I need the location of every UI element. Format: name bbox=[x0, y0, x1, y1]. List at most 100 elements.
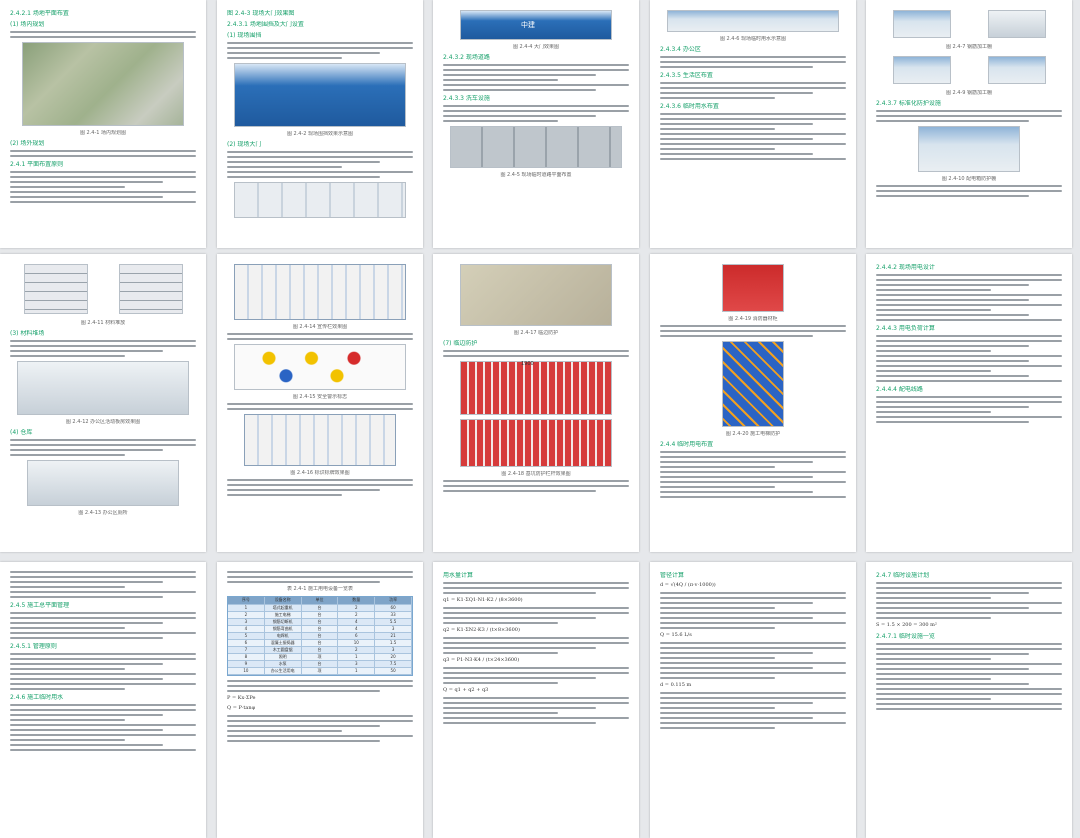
text-line bbox=[876, 289, 992, 291]
office-building-image bbox=[17, 361, 189, 415]
text-line bbox=[10, 176, 196, 178]
shed-image bbox=[987, 10, 1046, 38]
text-line bbox=[227, 735, 413, 737]
text-line bbox=[443, 697, 629, 699]
text-line bbox=[660, 148, 776, 150]
formula: Q = P·tanφ bbox=[227, 705, 256, 711]
text-line bbox=[443, 350, 629, 352]
section-heading: 2.4.4.3 用电负荷计算 bbox=[876, 325, 935, 332]
table-cell: 电焊机 bbox=[265, 633, 302, 639]
text-line bbox=[660, 667, 813, 669]
text-line bbox=[660, 113, 846, 115]
table-row: 3 钢筋切断机台 4 5.5 bbox=[228, 619, 412, 626]
table-cell: 10 bbox=[338, 640, 376, 646]
page-content: 图 2.4-7 钢筋加工棚图 2.4-9 钢筋加工棚 2.4.3.7 标准化防护设… bbox=[876, 6, 1062, 242]
fire-cabinet-image bbox=[722, 264, 784, 312]
document-page: 用水量计算 q1 = K1·ΣQ1·N1·K2 / (8×3600) q2 = K1… bbox=[433, 562, 639, 838]
text-line bbox=[10, 345, 196, 347]
text-line bbox=[10, 749, 196, 751]
page-content: 2.4.4.2 现场用电设计 2.4.4.3 用电负荷计算 2.4.4.4 配电线路 bbox=[876, 260, 1062, 546]
text-line bbox=[443, 722, 596, 724]
text-line bbox=[660, 677, 776, 679]
table-cell: 台 bbox=[302, 619, 339, 625]
shed-image bbox=[892, 10, 951, 38]
text-line bbox=[443, 110, 629, 112]
text-line bbox=[660, 128, 776, 130]
text-line bbox=[660, 82, 846, 84]
table-cell: 7 bbox=[228, 647, 265, 653]
table-cell: 4 bbox=[228, 626, 265, 632]
text-line bbox=[443, 667, 629, 669]
text-line bbox=[10, 627, 126, 629]
table-header-cell: 功率 bbox=[375, 597, 412, 604]
text-line bbox=[227, 715, 413, 717]
table-cell: 钢筋切断机 bbox=[265, 619, 302, 625]
figure-caption: 图 2.4-13 办公区厕所 bbox=[78, 510, 128, 516]
text-line bbox=[227, 484, 413, 486]
table-cell: 2 bbox=[338, 605, 376, 611]
table-cell: 台 bbox=[302, 626, 339, 632]
text-line bbox=[876, 607, 1029, 609]
section-heading: 2.4.5 施工总平面管理 bbox=[10, 602, 70, 609]
table-header-cell: 设备名称 bbox=[265, 597, 302, 604]
text-line bbox=[443, 592, 596, 594]
text-line bbox=[876, 115, 1062, 117]
text-line bbox=[443, 672, 629, 674]
table-cell: 台 bbox=[302, 640, 339, 646]
text-line bbox=[443, 642, 629, 644]
text-line bbox=[876, 658, 992, 660]
text-line bbox=[10, 729, 163, 731]
formula: q3 = P1·N3·K4 / (t×24×3600) bbox=[443, 657, 520, 663]
text-line bbox=[876, 653, 1029, 655]
text-line bbox=[660, 153, 813, 155]
text-line bbox=[227, 156, 413, 158]
text-line bbox=[10, 186, 126, 188]
text-line bbox=[443, 582, 629, 584]
text-line bbox=[660, 717, 813, 719]
text-line bbox=[10, 449, 163, 451]
text-line bbox=[443, 617, 596, 619]
text-line bbox=[876, 617, 992, 619]
figure-caption: 图 2.4-6 现场临时用水示意图 bbox=[719, 36, 787, 42]
document-page: 2.4.5 施工总平面管理 2.4.5.1 管理原则 2.4.6 施工临时用水 bbox=[0, 562, 206, 838]
text-line bbox=[660, 158, 846, 160]
text-line bbox=[443, 647, 596, 649]
section-heading: 2.4.3.6 临时用水布置 bbox=[660, 103, 719, 110]
text-line bbox=[443, 105, 629, 107]
text-line bbox=[660, 466, 776, 468]
text-line bbox=[227, 403, 413, 405]
text-line bbox=[10, 688, 126, 690]
text-line bbox=[660, 451, 846, 453]
table-cell: 台 bbox=[302, 612, 339, 618]
figure-caption: 图 2.4-4 大门效果图 bbox=[512, 44, 560, 50]
text-line bbox=[227, 730, 343, 732]
text-line bbox=[227, 725, 380, 727]
page-content: 管径计算 d = √(4Q / (π·v·1000)) Q = 15.6 L/s d … bbox=[660, 568, 846, 832]
text-line bbox=[660, 496, 846, 498]
gate-image: 中建 bbox=[460, 10, 612, 40]
text-line bbox=[443, 702, 629, 704]
text-line bbox=[660, 335, 813, 337]
text-line bbox=[10, 196, 163, 198]
text-line bbox=[227, 338, 413, 340]
table-cell: 33 bbox=[375, 612, 412, 618]
figure-caption: 图 2.4-17 临边防护 bbox=[513, 330, 559, 336]
text-line bbox=[876, 345, 1029, 347]
table-cell: 3 bbox=[375, 647, 412, 653]
text-line bbox=[10, 683, 196, 685]
text-line bbox=[10, 201, 196, 203]
text-line bbox=[660, 471, 846, 473]
text-line bbox=[876, 597, 992, 599]
text-line bbox=[10, 571, 196, 573]
text-line bbox=[660, 692, 846, 694]
text-line bbox=[660, 602, 813, 604]
text-line bbox=[10, 596, 163, 598]
text-line bbox=[876, 668, 1029, 670]
text-line bbox=[227, 333, 413, 335]
text-line bbox=[443, 490, 596, 492]
text-line bbox=[443, 69, 629, 71]
text-line bbox=[10, 709, 196, 711]
table-cell: 钢筋弯曲机 bbox=[265, 626, 302, 632]
text-line bbox=[660, 722, 846, 724]
figure-row bbox=[876, 52, 1062, 88]
